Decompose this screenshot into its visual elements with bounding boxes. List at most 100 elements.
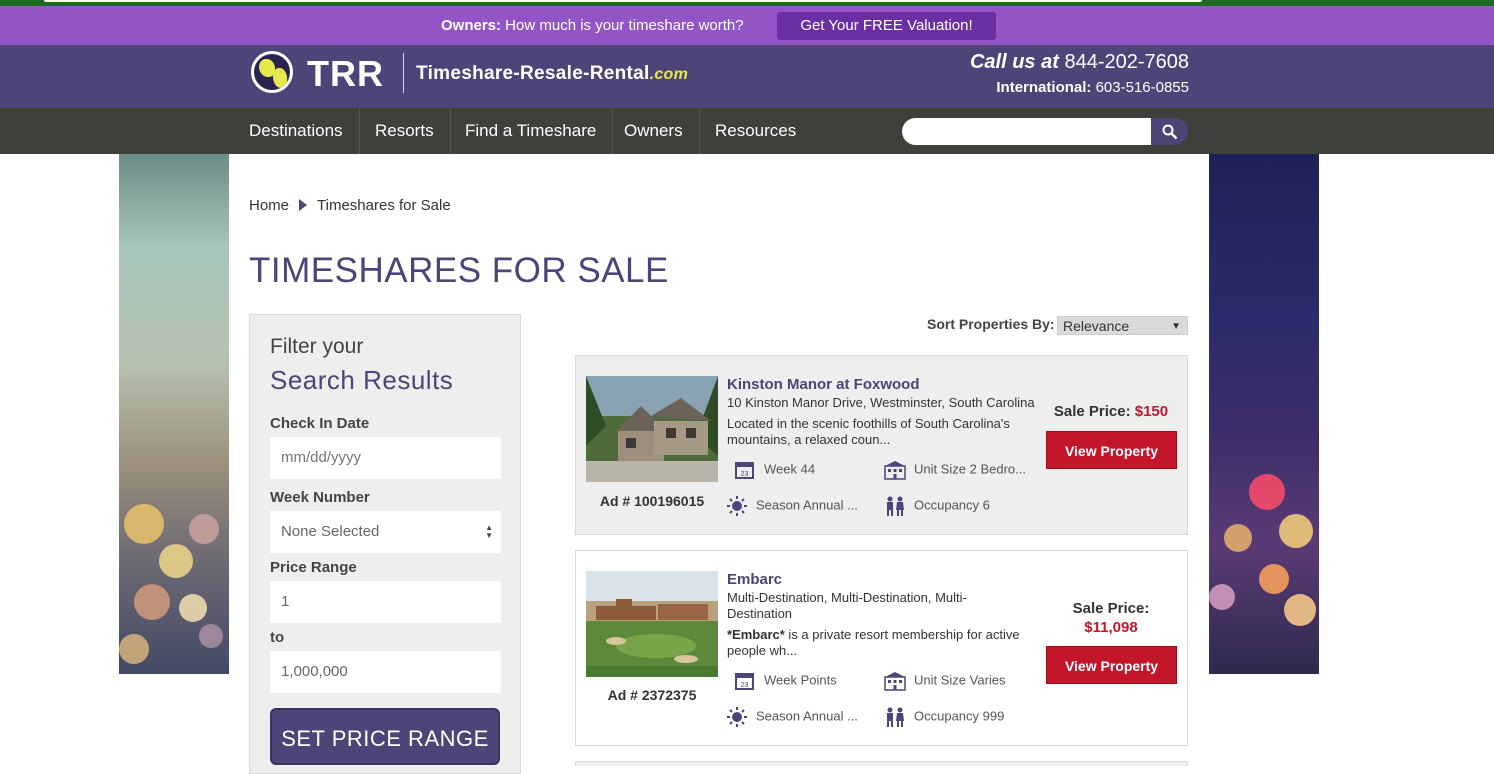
listing-occupancy: Occupancy 999: [884, 707, 1004, 727]
call-us: Call us at 844-202-7608: [970, 51, 1189, 74]
price-label: Sale Price:: [1072, 600, 1150, 617]
listing-address: 10 Kinston Manor Drive, Westminster, Sou…: [727, 395, 1035, 410]
calendar-icon: 23: [735, 462, 754, 479]
call-number[interactable]: 844-202-7608: [1059, 51, 1189, 73]
listing-occupancy-text: Occupancy 6: [914, 497, 990, 513]
nav-resorts[interactable]: Resorts: [359, 108, 451, 154]
listing-description: *Embarc* is a private resort membership …: [727, 627, 1039, 659]
breadcrumb: Home Timeshares for Sale: [249, 197, 451, 214]
listing-card: Ad # 2372375 Embarc Multi-Destination, M…: [575, 550, 1188, 746]
logo-divider: [403, 53, 404, 93]
sun-icon: [727, 707, 747, 727]
check-in-input[interactable]: mm/dd/yyyy: [270, 437, 501, 479]
promo-text: Owners: How much is your timeshare worth…: [441, 17, 744, 34]
page-title: TIMESHARES FOR SALE: [249, 251, 669, 290]
sort-select[interactable]: Relevance ▼: [1057, 316, 1188, 335]
sort-label: Sort Properties By:: [927, 316, 1055, 332]
site-name[interactable]: Timeshare-Resale-Rental.com: [416, 63, 688, 85]
price-to-label: to: [270, 629, 285, 646]
site-tld: .com: [649, 66, 689, 83]
filter-title-line1: Filter your: [270, 335, 364, 358]
intl-label: International:: [996, 79, 1092, 96]
dropdown-arrow-icon: ▼: [1171, 321, 1181, 332]
listing-occupancy: Occupancy 6: [884, 496, 990, 516]
listing-week-text: Week 44: [764, 461, 816, 477]
nav-resources[interactable]: Resources: [699, 108, 812, 154]
globe-icon[interactable]: [251, 51, 293, 93]
price-max-input[interactable]: 1,000,000: [270, 651, 501, 693]
calendar-icon: 23: [735, 673, 754, 690]
listing-week-text: Week Points: [764, 672, 837, 688]
view-property-button[interactable]: View Property: [1046, 646, 1177, 684]
price-min-input[interactable]: 1: [270, 581, 501, 623]
price-value: $150: [1134, 403, 1169, 420]
listing-photo[interactable]: [586, 376, 718, 482]
breadcrumb-current: Timeshares for Sale: [317, 197, 451, 214]
international-phone: International: 603-516-0855: [996, 79, 1189, 96]
background-left-bokeh: [119, 154, 229, 674]
view-property-button[interactable]: View Property: [1046, 431, 1177, 469]
logo-text[interactable]: TRR: [307, 53, 384, 95]
filter-title-line2: Search Results: [270, 365, 454, 395]
check-in-label: Check In Date: [270, 415, 370, 432]
listing-ad-number: Ad # 100196015: [599, 493, 705, 509]
week-number-value: None Selected: [281, 523, 380, 540]
nav-owners[interactable]: Owners: [608, 108, 700, 154]
listing-card: Ad # 100196015 Kinston Manor at Foxwood …: [575, 355, 1188, 535]
week-number-label: Week Number: [270, 489, 370, 506]
listing-photo[interactable]: [586, 571, 718, 677]
listing-address: Multi-Destination, Multi-Destination, Mu…: [727, 590, 967, 621]
building-icon: [884, 672, 906, 691]
listing-price: Sale Price: $11,098: [1041, 599, 1181, 637]
price-value: $11,098: [1084, 619, 1138, 636]
listing-week: 23 Week 44: [734, 460, 815, 480]
people-icon: [887, 496, 904, 516]
background-right-bokeh: [1209, 154, 1319, 674]
free-valuation-button[interactable]: Get Your FREE Valuation!: [777, 12, 996, 40]
listing-photo-image: [586, 571, 718, 677]
listing-unit: Unit Size 2 Bedro...: [884, 460, 1026, 480]
nav-destinations[interactable]: Destinations: [233, 108, 360, 154]
listing-card-next: [575, 761, 1188, 766]
site-name-text: Timeshare-Resale-Rental: [416, 63, 650, 84]
listing-unit-text: Unit Size 2 Bedro...: [914, 461, 1026, 477]
top-strip-edge: [44, 0, 1202, 2]
listing-season-text: Season Annual ...: [756, 708, 858, 724]
nav-find-a-timeshare[interactable]: Find a Timeshare: [449, 108, 614, 154]
listing-price: Sale Price: $150: [1041, 403, 1181, 420]
people-icon: [887, 707, 904, 727]
listing-description-bold: *Embarc*: [727, 627, 785, 642]
breadcrumb-arrow-icon: [299, 199, 308, 211]
listing-photo-image: [586, 376, 718, 482]
sort-value: Relevance: [1063, 318, 1130, 334]
search-button[interactable]: [1151, 118, 1188, 145]
listing-occupancy-text: Occupancy 999: [914, 708, 1005, 724]
search-input[interactable]: [902, 118, 1152, 145]
promo-question: How much is your timeshare worth?: [501, 17, 744, 34]
svg-text:23: 23: [741, 471, 749, 478]
listing-week: 23 Week Points: [734, 671, 837, 691]
svg-text:23: 23: [741, 682, 749, 689]
listing-season: Season Annual ...: [726, 707, 858, 727]
listing-name[interactable]: Kinston Manor at Foxwood: [727, 376, 920, 393]
promo-owners-label: Owners:: [441, 17, 502, 34]
listing-unit-text: Unit Size Varies: [914, 672, 1006, 688]
building-icon: [884, 461, 906, 480]
select-arrows-icon: ▲ ▼: [485, 523, 493, 540]
site-header: TRR Timeshare-Resale-Rental.com Call us …: [0, 45, 1494, 108]
week-number-select[interactable]: None Selected ▲ ▼: [270, 511, 501, 553]
listing-name[interactable]: Embarc: [727, 571, 782, 588]
listing-season-text: Season Annual ...: [756, 497, 858, 513]
listing-unit: Unit Size Varies: [884, 671, 1006, 691]
promo-bar: Owners: How much is your timeshare worth…: [0, 6, 1494, 45]
filter-panel: Filter your Search Results Check In Date…: [249, 314, 521, 774]
search-icon: [1162, 124, 1177, 140]
main-nav: Destinations Resorts Find a Timeshare Ow…: [0, 108, 1494, 154]
intl-number[interactable]: 603-516-0855: [1091, 79, 1189, 96]
listing-description: Located in the scenic foothills of South…: [727, 416, 1010, 447]
breadcrumb-home[interactable]: Home: [249, 197, 289, 214]
listing-season: Season Annual ...: [726, 496, 858, 516]
call-label: Call us at: [969, 51, 1059, 73]
price-label: Sale Price:: [1053, 403, 1131, 420]
set-price-range-button[interactable]: SET PRICE RANGE: [270, 708, 500, 765]
